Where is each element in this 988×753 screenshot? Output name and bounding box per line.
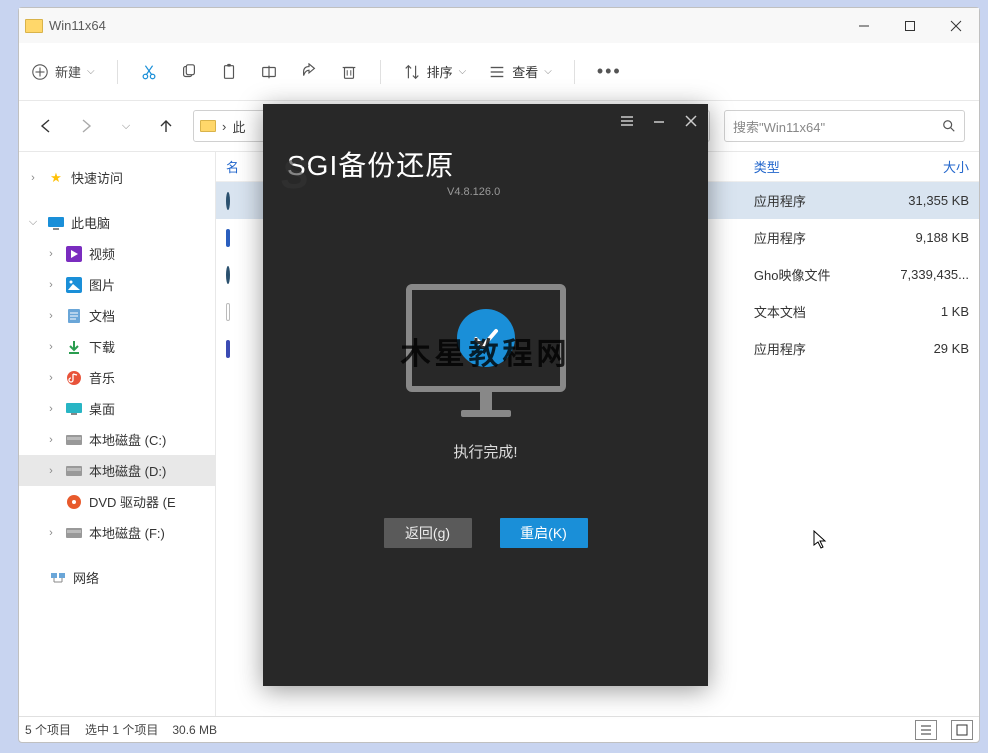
minimize-button[interactable] (841, 8, 887, 43)
breadcrumb-sep: › (222, 119, 226, 134)
sidebar-item-music[interactable]: ›音乐 (19, 362, 215, 393)
sidebar-item-quick-access[interactable]: ›★快速访问 (19, 162, 215, 193)
search-icon (942, 119, 956, 133)
monitor-icon (406, 284, 566, 392)
sidebar-item-documents[interactable]: ›文档 (19, 300, 215, 331)
more-button[interactable]: ••• (597, 61, 622, 82)
close-button[interactable] (933, 8, 979, 43)
documents-icon (65, 307, 83, 325)
sidebar-item-disk-c[interactable]: ›本地磁盘 (C:) (19, 424, 215, 455)
pictures-icon (65, 276, 83, 294)
sidebar-item-disk-d[interactable]: ›本地磁盘 (D:) (19, 455, 215, 486)
copy-button[interactable] (180, 63, 198, 81)
maximize-button[interactable] (887, 8, 933, 43)
disk-icon (65, 431, 83, 449)
toolbar: 新建 ⌵ 排序 ⌵ 查看 ⌵ ••• (19, 43, 979, 101)
recent-button[interactable]: ⌵ (113, 113, 139, 139)
status-bar: 5 个项目 选中 1 个项目 30.6 MB (19, 716, 979, 742)
large-icons-view-button[interactable] (951, 720, 973, 740)
sidebar-item-videos[interactable]: ›视频 (19, 238, 215, 269)
sgi-dialog: S SGI备份还原 V4.8.126.0 木星教程网 执行完成! 返回(g) 重… (263, 104, 708, 686)
paste-button[interactable] (220, 63, 238, 81)
cut-button[interactable] (140, 63, 158, 81)
check-icon (457, 309, 515, 367)
new-label: 新建 (55, 62, 81, 81)
delete-button[interactable] (340, 63, 358, 81)
selected-size: 30.6 MB (172, 723, 217, 737)
dialog-title: SGI备份还原 (287, 144, 684, 184)
sort-button[interactable]: 排序 ⌵ (403, 62, 467, 81)
dialog-version: V4.8.126.0 (447, 186, 684, 198)
sidebar-item-downloads[interactable]: ›下载 (19, 331, 215, 362)
search-placeholder: 搜索"Win11x64" (733, 117, 825, 136)
folder-icon (200, 120, 216, 132)
dialog-message: 执行完成! (453, 441, 517, 462)
dialog-close-button[interactable] (684, 114, 698, 133)
disk-icon (65, 462, 83, 480)
star-icon: ★ (47, 169, 65, 187)
restart-button[interactable]: 重启(K) (500, 518, 588, 548)
sidebar: ›★快速访问 ⌵此电脑 ›视频 ›图片 ›文档 ›下载 ›音乐 ›桌面 ›本地磁… (19, 152, 216, 716)
back-button[interactable]: 返回(g) (384, 518, 472, 548)
up-button[interactable] (153, 113, 179, 139)
app-icon (226, 192, 230, 210)
selected-info: 选中 1 个项目 (85, 721, 158, 738)
dialog-minimize-button[interactable] (652, 114, 666, 133)
network-icon (49, 569, 67, 587)
dvd-icon (65, 493, 83, 511)
search-input[interactable]: 搜索"Win11x64" (724, 110, 965, 142)
music-icon (65, 369, 83, 387)
sidebar-item-dvd[interactable]: DVD 驱动器 (E (19, 486, 215, 517)
details-view-button[interactable] (915, 720, 937, 740)
folder-icon (25, 19, 43, 33)
share-button[interactable] (300, 63, 318, 81)
sidebar-item-network[interactable]: 网络 (19, 562, 215, 593)
col-type[interactable]: 类型 (744, 157, 881, 176)
sidebar-item-desktop[interactable]: ›桌面 (19, 393, 215, 424)
forward-button[interactable] (73, 113, 99, 139)
view-label: 查看 (512, 62, 538, 81)
dialog-menu-button[interactable] (620, 114, 634, 133)
titlebar[interactable]: Win11x64 (19, 8, 979, 43)
sidebar-item-disk-f[interactable]: ›本地磁盘 (F:) (19, 517, 215, 548)
disk-icon (65, 524, 83, 542)
view-button[interactable]: 查看 ⌵ (488, 62, 552, 81)
txt-icon (226, 303, 230, 321)
downloads-icon (65, 338, 83, 356)
desktop-icon (65, 400, 83, 418)
gho-icon (226, 266, 230, 284)
window-title: Win11x64 (49, 18, 841, 33)
breadcrumb-item[interactable]: 此 (232, 117, 245, 136)
videos-icon (65, 245, 83, 263)
app-icon (226, 229, 230, 247)
rename-button[interactable] (260, 63, 278, 81)
app-icon (226, 340, 230, 358)
pc-icon (47, 214, 65, 232)
new-button[interactable]: 新建 ⌵ (31, 62, 95, 81)
sidebar-item-pictures[interactable]: ›图片 (19, 269, 215, 300)
dialog-header: S SGI备份还原 V4.8.126.0 (263, 142, 708, 214)
background-logo: S (281, 150, 307, 198)
back-button[interactable] (33, 113, 59, 139)
sidebar-item-this-pc[interactable]: ⌵此电脑 (19, 207, 215, 238)
sort-label: 排序 (427, 62, 453, 81)
item-count: 5 个项目 (25, 721, 71, 738)
col-size[interactable]: 大小 (881, 157, 979, 176)
